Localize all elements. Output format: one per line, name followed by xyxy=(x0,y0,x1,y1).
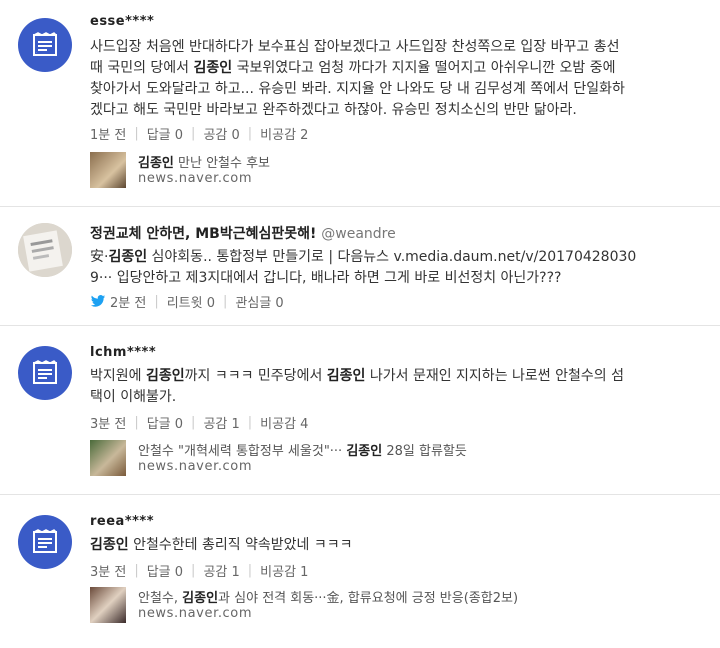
text-segment: 까지 ㅋㅋㅋ 민주당에서 xyxy=(184,368,327,384)
tweet-author[interactable]: 정권교체 안하면, MB박근혜심판못해! xyxy=(90,226,316,242)
naver-blog-icon[interactable]: N xyxy=(18,18,72,72)
retweet-button[interactable]: 리트윗 0 xyxy=(167,292,215,311)
tweet-text: 安·김종인 심야회동.. 통합정부 만들기로 | 다음뉴스 v.media.da… xyxy=(90,247,690,289)
comment-text: 김종인 안철수한테 총리직 약속받았네 ㅋㅋㅋ xyxy=(90,535,690,556)
keyword-highlight: 김종인 xyxy=(193,60,233,76)
text-segment: 겠다고 해도 국민만 바라보고 완주하겠다고 하잖아. 유승민 정치소신의 반만… xyxy=(90,102,577,118)
news-thumbnail xyxy=(90,587,126,623)
reply-button[interactable]: 답글 0 xyxy=(147,413,183,432)
comment-text: 박지원에 김종인까지 ㅋㅋㅋ 민주당에서 김종인 나가서 문재인 지지하는 나로… xyxy=(90,366,690,408)
news-thumbnail xyxy=(90,440,126,476)
like-button[interactable]: 공감 0 xyxy=(203,124,239,143)
tweet-meta: 2분 전 | 리트윗 0 | 관심글 0 xyxy=(90,292,284,311)
comment-meta: 1분 전 | 답글 0 | 공감 0 | 비공감 2 xyxy=(90,124,309,143)
text-segment: 안철수, xyxy=(138,591,183,606)
comment-card-2: 정권교체 안하면, MB박근혜심판못해! @weandre 安·김종인 심야회동… xyxy=(0,207,720,325)
news-source: news.naver.com xyxy=(138,459,253,474)
keyword-highlight: 김종인 xyxy=(145,368,185,384)
avatar[interactable] xyxy=(18,223,72,277)
text-segment: 28일 합류할듯 xyxy=(382,444,467,459)
comment-card-4: reea**** 김종인 안철수한테 총리직 약속받았네 ㅋㅋㅋ 3분 전 | 답… xyxy=(0,495,720,648)
text-line: 安·김종인 심야회동.. 통합정부 만들기로 | 다음뉴스 v.media.da… xyxy=(90,247,690,268)
keyword-highlight: 김종인 xyxy=(108,249,148,265)
comment-time: 1분 전 xyxy=(90,128,127,143)
text-line: 9··· 입당안하고 제3지대에서 갑니다, 배나라 하면 그게 바로 비선정치… xyxy=(90,268,690,289)
text-line: 김종인 안철수한테 총리직 약속받았네 ㅋㅋㅋ xyxy=(90,535,690,556)
text-line: 겠다고 해도 국민만 바라보고 완주하겠다고 하잖아. 유승민 정치소신의 반만… xyxy=(90,100,690,121)
comment-card-1: N esse**** 사드입장 처음엔 반대하다가 보수표심 잡아보겠다고 사드… xyxy=(0,0,720,206)
keyword-highlight: 김종인 xyxy=(346,444,383,459)
dislike-button[interactable]: 비공감 1 xyxy=(260,561,308,580)
news-title: 김종인 만난 안철수 후보 xyxy=(138,152,270,171)
comment-time: 3분 전 xyxy=(90,565,127,580)
news-source: news.naver.com xyxy=(138,606,253,621)
like-button[interactable]: 공감 1 xyxy=(203,413,239,432)
text-segment: 만난 안철수 후보 xyxy=(173,156,271,171)
reply-button[interactable]: 답글 0 xyxy=(147,124,183,143)
comment-text: 사드입장 처음엔 반대하다가 보수표심 잡아보겠다고 사드입장 찬성쪽으로 입장… xyxy=(90,37,690,121)
comment-username[interactable]: esse**** xyxy=(90,14,154,29)
text-line: 때 국민의 당에서 김종인 국보위였다고 엄청 까다가 지지율 떨어지고 아쉬우… xyxy=(90,58,690,79)
dislike-button[interactable]: 비공감 2 xyxy=(260,124,308,143)
naver-blog-icon[interactable] xyxy=(18,515,72,569)
news-thumbnail xyxy=(90,152,126,188)
text-segment: 과 심야 전격 회동···金, 합류요청에 긍정 반응(종합2보) xyxy=(218,591,519,606)
text-segment: 박지원에 xyxy=(90,368,146,384)
tweet-handle[interactable]: @weandre xyxy=(321,226,395,242)
text-segment: 사드입장 처음엔 반대하다가 보수표심 잡아보겠다고 사드입장 찬성쪽으로 입장… xyxy=(90,39,620,55)
text-segment: 심야회동.. 통합정부 만들기로 | 다음뉴스 v.media.daum.net… xyxy=(147,249,637,265)
reply-button[interactable]: 답글 0 xyxy=(147,561,183,580)
naver-blog-icon[interactable] xyxy=(18,346,72,400)
comment-meta: 3분 전 | 답글 0 | 공감 1 | 비공감 1 xyxy=(90,561,309,580)
text-line: 사드입장 처음엔 반대하다가 보수표심 잡아보겠다고 사드입장 찬성쪽으로 입장… xyxy=(90,37,690,58)
text-line: 박지원에 김종인까지 ㅋㅋㅋ 민주당에서 김종인 나가서 문재인 지지하는 나로… xyxy=(90,366,690,387)
text-line: 택이 이해불가. xyxy=(90,387,690,408)
text-segment: 안철수 "개혁세력 통합정부 세울것"··· xyxy=(138,444,347,459)
text-segment: 찾아가서 도와달라고 하고... 유승민 봐라. 지지율 안 나와도 당 내 김… xyxy=(90,81,625,97)
comment-username[interactable]: lchm**** xyxy=(90,345,156,360)
dislike-button[interactable]: 비공감 4 xyxy=(260,413,308,432)
text-segment: 국보위였다고 엄청 까다가 지지율 떨어지고 아쉬우니깐 오밤 중에 xyxy=(232,60,616,76)
text-line: 찾아가서 도와달라고 하고... 유승민 봐라. 지지율 안 나와도 당 내 김… xyxy=(90,79,690,100)
news-title: 안철수, 김종인과 심야 전격 회동···金, 합류요청에 긍정 반응(종합2보… xyxy=(138,587,518,606)
keyword-highlight: 김종인 xyxy=(326,368,366,384)
tweet-header[interactable]: 정권교체 안하면, MB박근혜심판못해! @weandre xyxy=(90,223,396,243)
text-segment: 때 국민의 당에서 xyxy=(90,60,194,76)
keyword-highlight: 김종인 xyxy=(90,537,129,553)
keyword-highlight: 김종인 xyxy=(182,591,219,606)
text-segment: 9··· 입당안하고 제3지대에서 갑니다, 배나라 하면 그게 바로 비선정치… xyxy=(90,270,562,286)
text-segment: 安· xyxy=(90,249,109,265)
text-segment: 안철수한테 총리직 약속받았네 ㅋㅋㅋ xyxy=(128,537,353,553)
news-title: 안철수 "개혁세력 통합정부 세울것"··· 김종인 28일 합류할듯 xyxy=(138,440,467,459)
svg-text:N: N xyxy=(36,52,37,54)
text-segment: 택이 이해불가. xyxy=(90,389,177,405)
comment-meta: 3분 전 | 답글 0 | 공감 1 | 비공감 4 xyxy=(90,413,309,432)
tweet-time: 2분 전 xyxy=(110,296,147,311)
comment-card-3: lchm**** 박지원에 김종인까지 ㅋㅋㅋ 민주당에서 김종인 나가서 문재… xyxy=(0,326,720,494)
comment-username[interactable]: reea**** xyxy=(90,514,154,529)
like-button[interactable]: 공감 1 xyxy=(203,561,239,580)
news-source: news.naver.com xyxy=(138,171,253,186)
keyword-highlight: 김종인 xyxy=(138,156,174,171)
text-segment: 나가서 문재인 지지하는 나로썬 안철수의 섬 xyxy=(365,368,624,384)
comment-time: 3분 전 xyxy=(90,417,127,432)
twitter-bird-icon xyxy=(90,295,106,308)
favorite-button[interactable]: 관심글 0 xyxy=(235,292,283,311)
